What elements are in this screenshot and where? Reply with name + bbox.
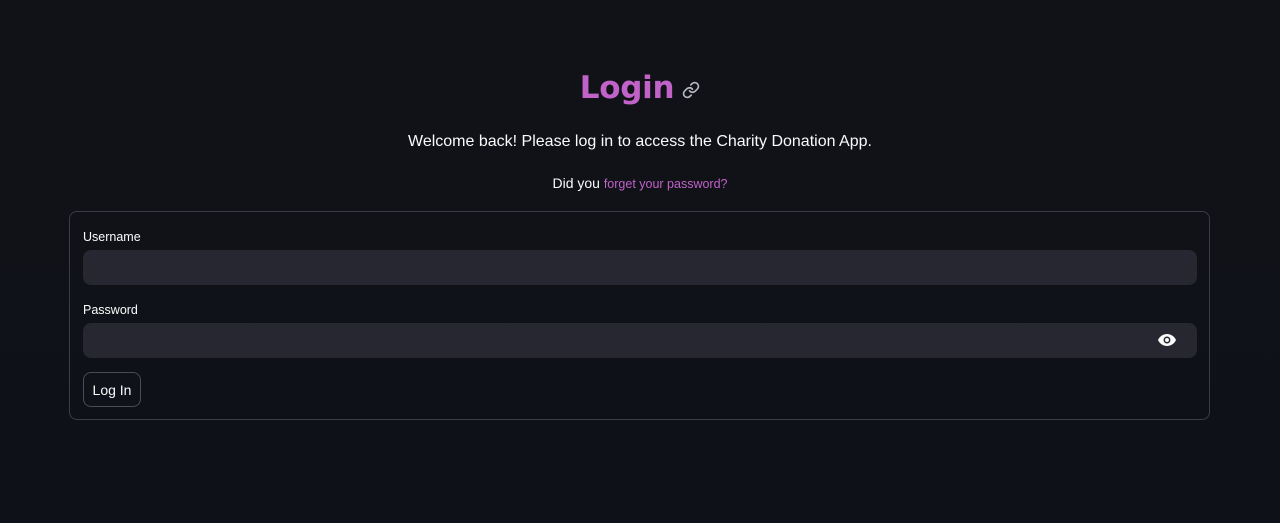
forgot-password-line: Did you forget your password? — [0, 173, 1280, 194]
username-label: Username — [83, 230, 141, 244]
eye-icon[interactable] — [1157, 331, 1177, 349]
forgot-password-link[interactable]: forget your password? — [604, 177, 728, 191]
link-icon[interactable] — [682, 81, 700, 99]
username-input[interactable] — [83, 250, 1197, 285]
password-input[interactable] — [83, 323, 1197, 358]
page-title: Login — [579, 70, 675, 106]
forgot-prefix: Did you — [552, 175, 600, 191]
welcome-message: Welcome back! Please log in to access th… — [408, 133, 872, 150]
login-form: Username Password Log In — [69, 211, 1210, 420]
password-label: Password — [83, 303, 138, 317]
login-button[interactable]: Log In — [83, 372, 141, 407]
page-header: Login — [0, 64, 1280, 112]
